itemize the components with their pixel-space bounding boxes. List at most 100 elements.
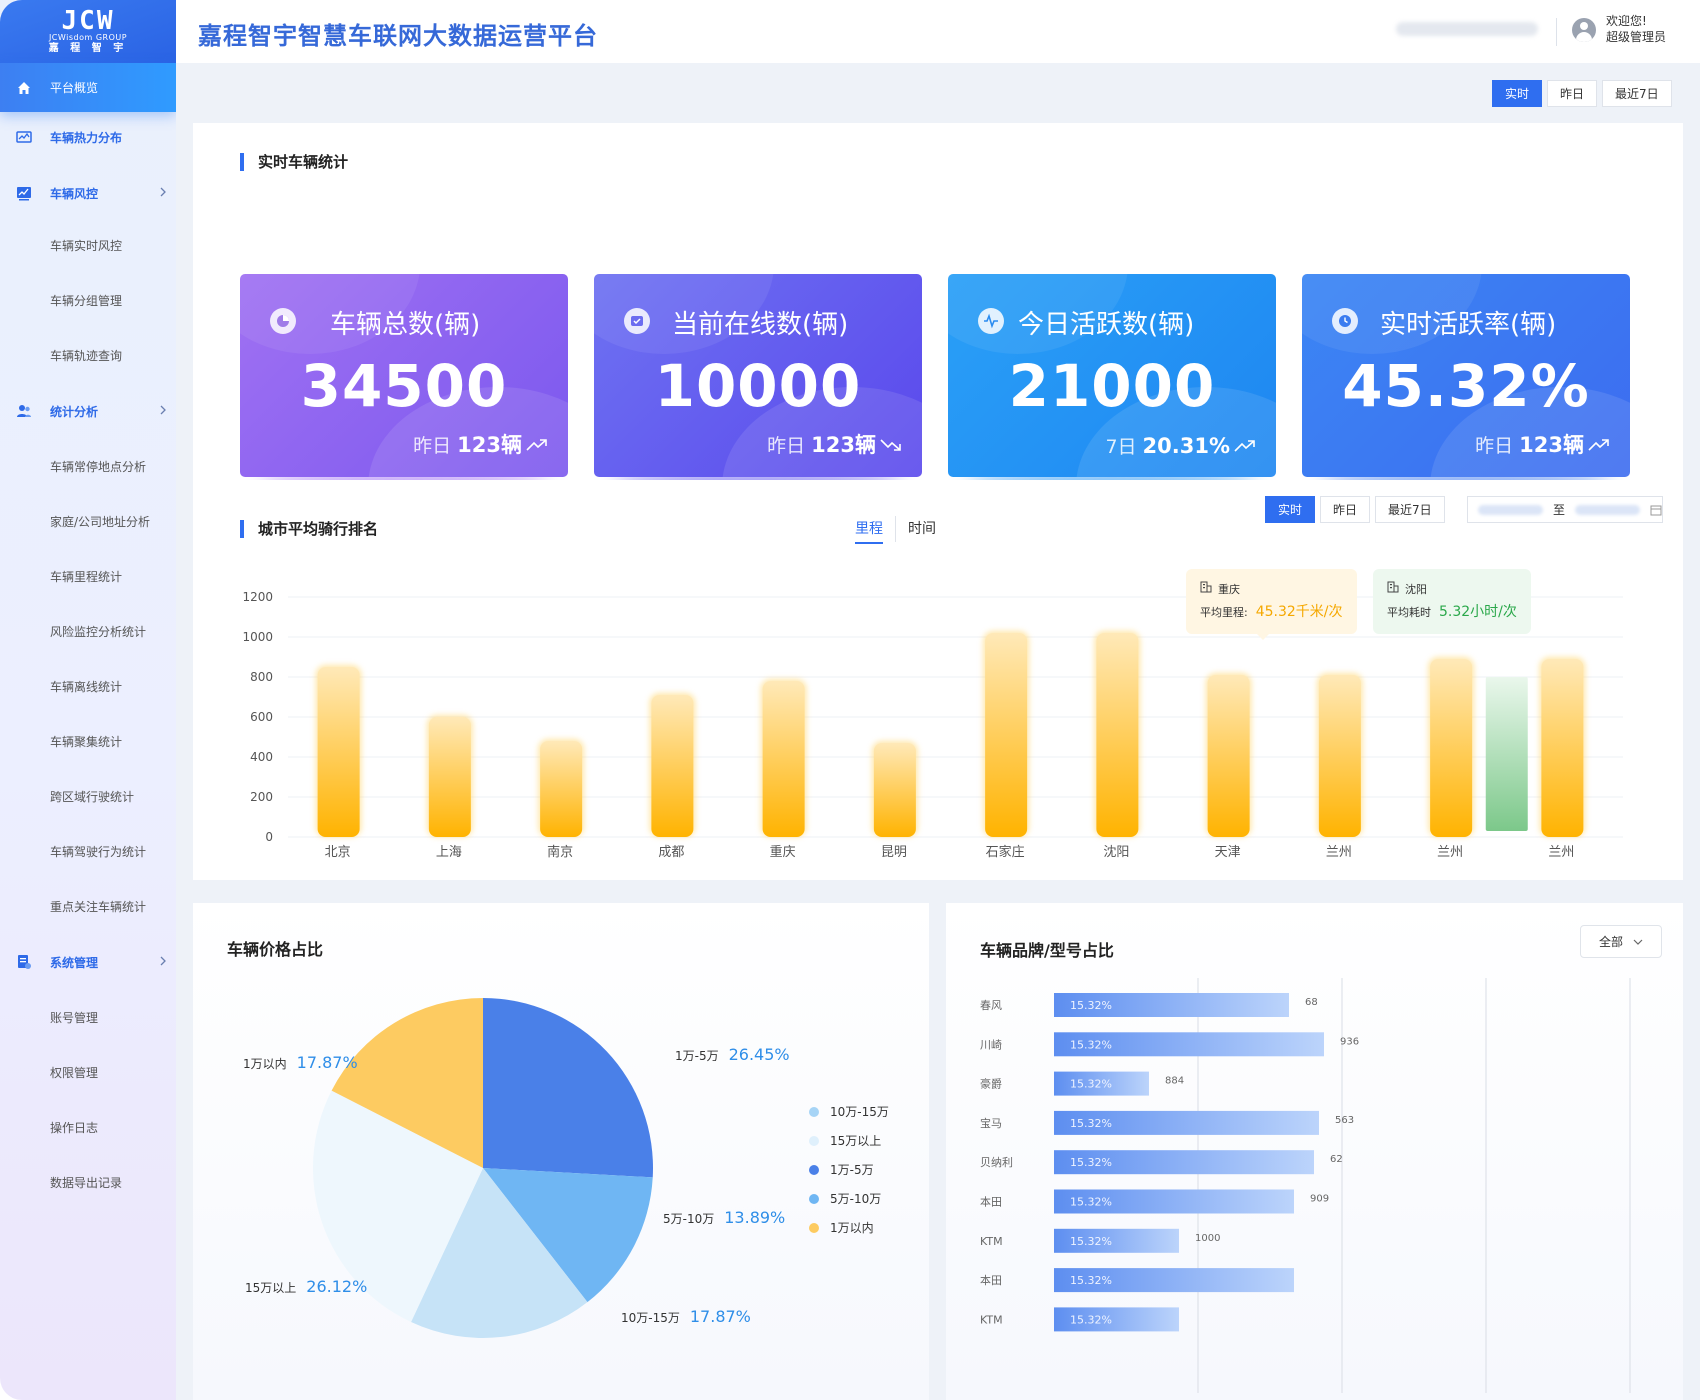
brand-bar-value: 936	[1340, 1036, 1359, 1047]
x-tick-label: 沈阳	[1103, 845, 1129, 860]
legend-label: 15万以上	[830, 1134, 882, 1148]
sidebar-item-8[interactable]: 家庭/公司地址分析	[0, 507, 176, 535]
bar-2[interactable]	[540, 741, 583, 837]
sidebar-item-5[interactable]: 车辆轨迹查询	[0, 341, 176, 369]
sidebar-item-0[interactable]: 平台概览	[0, 63, 176, 112]
stat-card-0: 车辆总数(辆) 34500 昨日 123辆	[240, 274, 568, 477]
sidebar-item-12[interactable]: 车辆聚集统计	[0, 727, 176, 755]
bar-8[interactable]	[1207, 675, 1250, 837]
brand-bar-value: 563	[1335, 1115, 1354, 1126]
pie-label-0: 1万-5万 26.45%	[675, 1045, 790, 1064]
line-chart-icon	[15, 185, 32, 202]
stat-value: 34500	[300, 352, 508, 420]
sidebar-item-10[interactable]: 风险监控分析统计	[0, 617, 176, 645]
tooltip-city: 沈阳	[1405, 583, 1427, 596]
y-tick-label: 800	[250, 670, 273, 684]
range-option-0[interactable]: 实时	[1492, 80, 1543, 107]
brand-label: KTM	[980, 1313, 1003, 1326]
sidebar-item-14[interactable]: 车辆驾驶行为统计	[0, 837, 176, 865]
user-greeting[interactable]: 欢迎您! 超级管理员	[1606, 13, 1666, 45]
price-share-panel: 车辆价格占比 1万-5万 26.45% 5万-10万 13.89% 10万-15万 17.…	[193, 903, 929, 1400]
sidebar-item-label: 账号管理	[50, 1010, 99, 1025]
legend-item-3[interactable]: 5万-10万	[809, 1190, 881, 1207]
tooltip-metric-value: 45.32千米/次	[1255, 604, 1343, 620]
brand-bar-value: 1000	[1195, 1233, 1220, 1244]
chevron-right-icon	[160, 955, 167, 969]
bar-7[interactable]	[1096, 633, 1139, 837]
range-option-2[interactable]: 最近7日	[1602, 80, 1672, 107]
sidebar-item-7[interactable]: 车辆常停地点分析	[0, 452, 176, 480]
bar-11[interactable]	[1541, 659, 1584, 837]
brand-bar-value: 909	[1310, 1194, 1329, 1205]
legend-item-4[interactable]: 1万以内	[809, 1219, 874, 1236]
brand-bar-chart: 春风 15.32% 68 川崎 15.32% 936 豪爵 15.32% 884 宝马 15.32%…	[980, 978, 1631, 1393]
legend-item-0[interactable]: 10万-15万	[809, 1103, 889, 1120]
stat-footer: 昨日 123辆	[1475, 429, 1610, 459]
bar-4[interactable]	[762, 681, 805, 837]
sidebar-item-4[interactable]: 车辆分组管理	[0, 286, 176, 314]
tooltip-0: 重庆 平均里程: 45.32千米/次	[1186, 569, 1357, 634]
sidebar-item-13[interactable]: 跨区域行驶统计	[0, 782, 176, 810]
pie-label-name: 15万以上	[245, 1281, 297, 1295]
legend-item-1[interactable]: 15万以上	[809, 1132, 881, 1149]
stat-card-2: 今日活跃数(辆) 21000 7日 20.31%	[948, 274, 1276, 477]
tooltip-city-row: 沈阳	[1387, 579, 1517, 601]
tooltip-1: 沈阳平均耗时 5.32小时/次	[1373, 569, 1531, 634]
sidebar-item-20[interactable]: 数据导出记录	[0, 1168, 176, 1196]
stat-label: 实时活跃率(辆)	[1380, 310, 1557, 340]
sidebar-item-11[interactable]: 车辆离线统计	[0, 672, 176, 700]
sidebar-item-16[interactable]: 系统管理	[0, 948, 176, 976]
sidebar-item-15[interactable]: 重点关注车辆统计	[0, 892, 176, 920]
legend-swatch	[809, 1106, 819, 1117]
stats-section-title: 实时车辆统计	[240, 153, 348, 171]
logo-english: JCWisdom GROUP	[48, 32, 128, 42]
sidebar-item-label: 车辆离线统计	[50, 679, 123, 694]
sidebar-item-19[interactable]: 操作日志	[0, 1113, 176, 1141]
chevron-right-icon	[160, 186, 167, 200]
chevron-right-icon	[160, 404, 167, 418]
stat-footer: 昨日 123辆	[767, 429, 902, 459]
pie-slice-0[interactable]	[483, 998, 653, 1178]
trend-up-icon	[526, 436, 548, 457]
bar-9[interactable]	[1318, 675, 1361, 837]
sidebar-item-label: 统计分析	[50, 404, 99, 419]
stat-label: 车辆总数(辆)	[330, 310, 481, 340]
sidebar-item-9[interactable]: 车辆里程统计	[0, 562, 176, 590]
range-option-1[interactable]: 昨日	[1547, 80, 1598, 107]
legend-item-2[interactable]: 1万-5万	[809, 1161, 874, 1178]
price-pie-chart	[312, 998, 653, 1338]
brand-bar-value: 884	[1165, 1076, 1184, 1087]
sidebar-item-label: 车辆常停地点分析	[50, 459, 147, 474]
bar-6[interactable]	[985, 633, 1028, 837]
header-divider	[1556, 18, 1557, 46]
pie-label-pct: 26.45%	[728, 1045, 790, 1064]
sidebar-item-3[interactable]: 车辆实时风控	[0, 231, 176, 259]
stat-compare-value: 20.31%	[1142, 434, 1230, 458]
sidebar-item-17[interactable]: 账号管理	[0, 1003, 176, 1031]
x-tick-label: 昆明	[881, 845, 907, 860]
bar-1[interactable]	[428, 717, 471, 837]
tooltip-metric-label: 平均耗时	[1387, 606, 1431, 619]
tooltip-metric-row: 平均耗时 5.32小时/次	[1387, 601, 1517, 624]
pie-label-pct: 26.12%	[306, 1277, 368, 1296]
bar-0[interactable]	[317, 667, 360, 837]
x-tick-label: 兰州	[1548, 845, 1574, 860]
settings-doc-icon	[15, 954, 32, 971]
user-avatar[interactable]	[1572, 18, 1596, 42]
sidebar-item-1[interactable]: 车辆热力分布	[0, 123, 176, 151]
sidebar-item-2[interactable]: 车辆风控	[0, 179, 176, 207]
brand-bar-pct: 15.32%	[1070, 1156, 1112, 1169]
y-tick-label: 200	[250, 790, 273, 804]
pie-label-name: 1万-5万	[675, 1049, 719, 1063]
legend-label: 1万以内	[830, 1221, 874, 1235]
sidebar-item-6[interactable]: 统计分析	[0, 397, 176, 425]
brand-bar-value: 68	[1305, 997, 1318, 1008]
logo[interactable]: JCW JCWisdom GROUP 嘉 程 智 宇	[0, 0, 176, 63]
sidebar-item-18[interactable]: 权限管理	[0, 1058, 176, 1086]
bar-3[interactable]	[651, 695, 694, 837]
bar-10[interactable]	[1430, 659, 1473, 837]
top-time-range: 实时 昨日 最近7日	[1492, 80, 1672, 107]
current-time-blurred	[1396, 22, 1538, 36]
legend-label: 1万-5万	[830, 1163, 874, 1177]
bar-5[interactable]	[873, 743, 916, 837]
